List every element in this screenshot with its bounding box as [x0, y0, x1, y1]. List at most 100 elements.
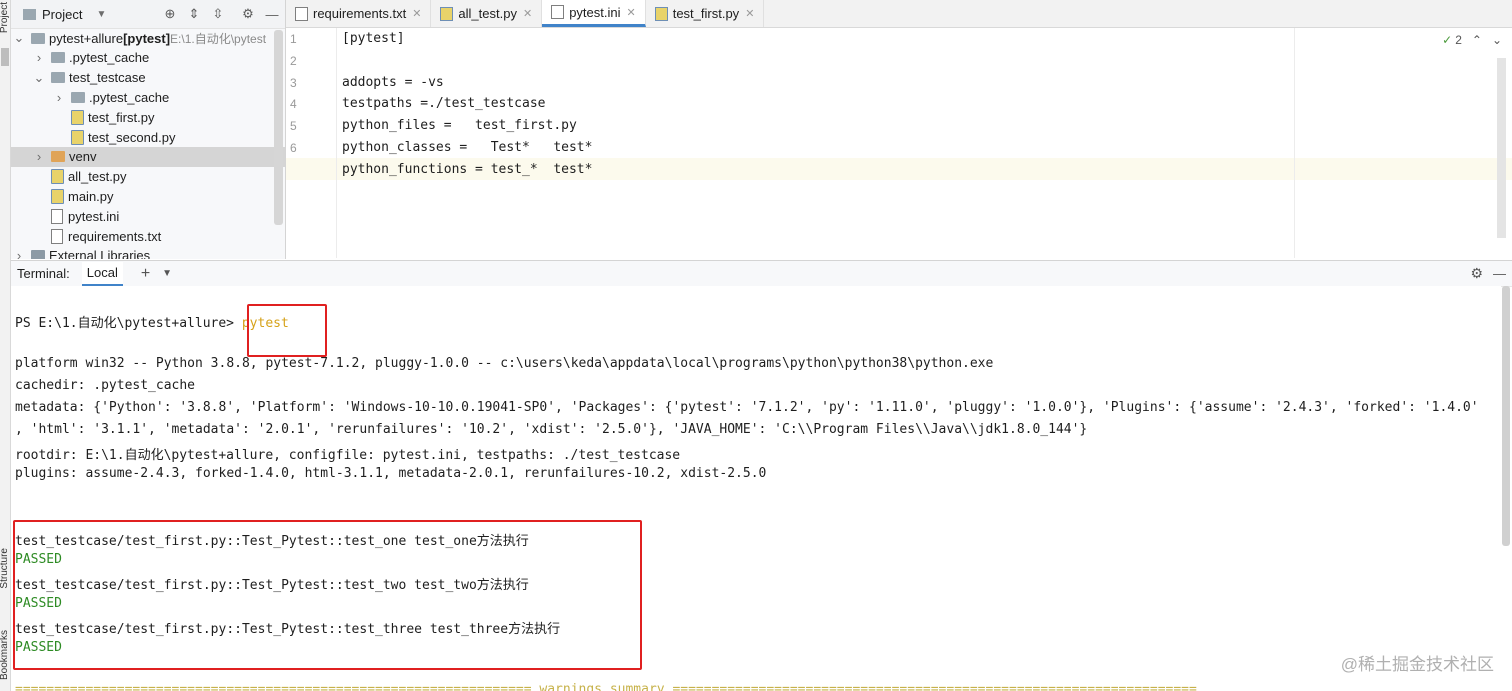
tree-item[interactable]: › .pytest_cache — [11, 48, 285, 68]
terminal-output-line: platform win32 -- Python 3.8.8, pytest-7… — [15, 356, 994, 371]
tree-item-label: test_testcase — [69, 70, 146, 86]
hide-icon[interactable]: — — [265, 7, 279, 22]
tree-item-label: test_first.py — [88, 109, 155, 125]
check-icon: ✓ — [1442, 33, 1453, 47]
python-file-icon — [51, 169, 64, 185]
code-line: testpaths =./test_testcase — [342, 96, 546, 112]
gear-icon[interactable]: ⚙ — [1470, 265, 1483, 282]
code-line: python_classes = Test* test* — [342, 140, 593, 155]
text-file-icon — [51, 228, 63, 244]
current-line-gutter — [286, 158, 336, 180]
terminal-scrollbar[interactable] — [1502, 286, 1510, 546]
terminal-header: Terminal: Local + ▼ ⚙ — — [11, 260, 1512, 287]
watermark: @稀土掘金技术社区 — [1340, 655, 1494, 674]
tree-item[interactable]: test_first.py — [11, 107, 285, 127]
editor-tab[interactable]: test_first.py ✕ — [646, 0, 765, 27]
structure-tool-label[interactable]: Structure — [0, 548, 10, 589]
tree-item-label: .pytest_cache — [69, 50, 150, 66]
chevron-right-icon[interactable]: › — [53, 90, 65, 105]
ini-file-icon — [551, 5, 565, 19]
line-number: 4 — [290, 97, 297, 112]
tree-item[interactable]: all_test.py — [11, 167, 285, 187]
inspection-widget[interactable]: ✓ 2 ⌃ ⌄ — [1442, 33, 1502, 47]
chevron-right-icon[interactable]: › — [33, 50, 45, 65]
editor-tab[interactable]: all_test.py ✕ — [431, 0, 543, 27]
chevron-down-icon[interactable]: ⌄ — [13, 30, 25, 46]
tree-scrollbar[interactable] — [274, 30, 283, 225]
project-folder-icon — [23, 8, 36, 20]
editor-tab-label: requirements.txt — [313, 6, 407, 21]
terminal-output-line: metadata: {'Python': '3.8.8', 'Platform'… — [15, 399, 1479, 415]
close-icon[interactable]: ✕ — [523, 7, 532, 20]
warnings-separator: ========================================… — [15, 682, 1197, 691]
python-file-icon — [440, 6, 454, 21]
tree-item-label: test_second.py — [88, 129, 176, 145]
close-icon[interactable]: ✕ — [412, 7, 421, 20]
gear-icon[interactable]: ⚙ — [241, 6, 255, 21]
close-icon[interactable]: ✕ — [627, 6, 636, 19]
terminal-output-line: , 'html': '3.1.1', 'metadata': '2.0.1', … — [15, 421, 1088, 437]
tree-item-label: requirements.txt — [68, 228, 162, 244]
editor-tab-label: all_test.py — [458, 6, 517, 21]
locate-icon[interactable]: ⊕ — [163, 6, 177, 21]
tree-item[interactable]: ⌄ test_testcase — [11, 68, 285, 88]
collapse-all-icon[interactable]: ⇳ — [211, 6, 225, 21]
chevron-down-icon[interactable]: ⌄ — [33, 70, 45, 86]
terminal-output-line: rootdir: E:\1.自动化\pytest+allure, configf… — [15, 447, 681, 463]
tree-item-label: venv — [69, 149, 97, 165]
tree-item-label: pytest.ini — [68, 208, 120, 224]
tree-item-label: External Libraries — [49, 248, 151, 259]
expand-all-icon[interactable]: ⇕ — [187, 6, 201, 21]
line-number: 1 — [290, 32, 297, 46]
project-panel-header: Project ▼ ⊕ ⇕ ⇳ ⚙ — — [11, 0, 285, 29]
tree-item[interactable]: main.py — [11, 186, 285, 206]
chevron-down-icon[interactable]: ⌄ — [1492, 33, 1502, 47]
hide-icon[interactable]: — — [1493, 266, 1506, 281]
tree-item[interactable]: ⌄ pytest+allure [pytest] E:\1.自动化\pytest — [11, 28, 285, 48]
ini-file-icon — [51, 208, 63, 224]
code-line: python_files = test_first.py — [342, 118, 577, 134]
project-panel-title[interactable]: Project — [42, 7, 82, 22]
library-icon — [31, 250, 45, 259]
tree-item[interactable]: › .pytest_cache — [11, 87, 285, 107]
line-number: 5 — [290, 119, 297, 134]
python-file-icon — [51, 188, 64, 204]
code-line: [pytest] — [342, 31, 405, 46]
chevron-right-icon[interactable]: › — [33, 149, 45, 164]
tree-item[interactable]: pytest.ini — [11, 206, 285, 226]
tree-item[interactable]: requirements.txt — [11, 226, 285, 246]
editor-gutter: 1234567 — [286, 28, 337, 258]
tree-item[interactable]: › External Libraries — [11, 246, 285, 259]
chevron-down-icon[interactable]: ▼ — [162, 268, 172, 279]
editor-tab[interactable]: pytest.ini ✕ — [542, 0, 646, 27]
tab-local[interactable]: Local — [81, 261, 123, 286]
results-highlight-box — [13, 520, 642, 670]
chevron-right-icon[interactable]: › — [13, 248, 25, 259]
editor-tab-bar: requirements.txt ✕ all_test.py ✕ pytest.ini ✕… — [286, 0, 1512, 28]
chevron-down-icon[interactable]: ▼ — [96, 9, 106, 20]
tree-item-path: E:\1.自动化\pytest — [170, 31, 267, 46]
python-file-icon — [71, 109, 84, 125]
folder-icon — [51, 72, 65, 84]
folder-icon — [51, 151, 65, 163]
terminal-output[interactable]: PS E:\1.自动化\pytest+allure> pytest platfo… — [11, 286, 1501, 691]
line-number: 2 — [290, 53, 297, 68]
tree-item[interactable]: test_second.py — [11, 127, 285, 147]
bookmarks-tool-label[interactable]: Bookmarks — [0, 630, 10, 680]
editor-tab-label: pytest.ini — [569, 4, 621, 20]
tree-item-label: main.py — [68, 188, 114, 204]
project-panel: Project ▼ ⊕ ⇕ ⇳ ⚙ — ⌄ pytest+allure [pyte… — [11, 0, 286, 259]
tree-item[interactable]: › venv — [11, 146, 285, 167]
text-file-icon — [295, 6, 308, 21]
editor-tab[interactable]: requirements.txt ✕ — [286, 0, 432, 27]
close-icon[interactable]: ✕ — [745, 7, 754, 20]
add-terminal-icon[interactable]: + — [141, 265, 150, 283]
line-number: 6 — [290, 141, 297, 155]
chevron-up-icon[interactable]: ⌃ — [1472, 33, 1482, 47]
code-editor[interactable]: [pytest] addopts = -vs testpaths =./test_t… — [337, 28, 1512, 258]
python-file-icon — [71, 129, 84, 145]
tree-item-module-name: [pytest] — [123, 30, 171, 46]
project-tool-indicator — [1, 48, 9, 66]
editor-scrollbar[interactable] — [1497, 58, 1506, 238]
project-tool-label[interactable]: Project — [0, 2, 10, 33]
